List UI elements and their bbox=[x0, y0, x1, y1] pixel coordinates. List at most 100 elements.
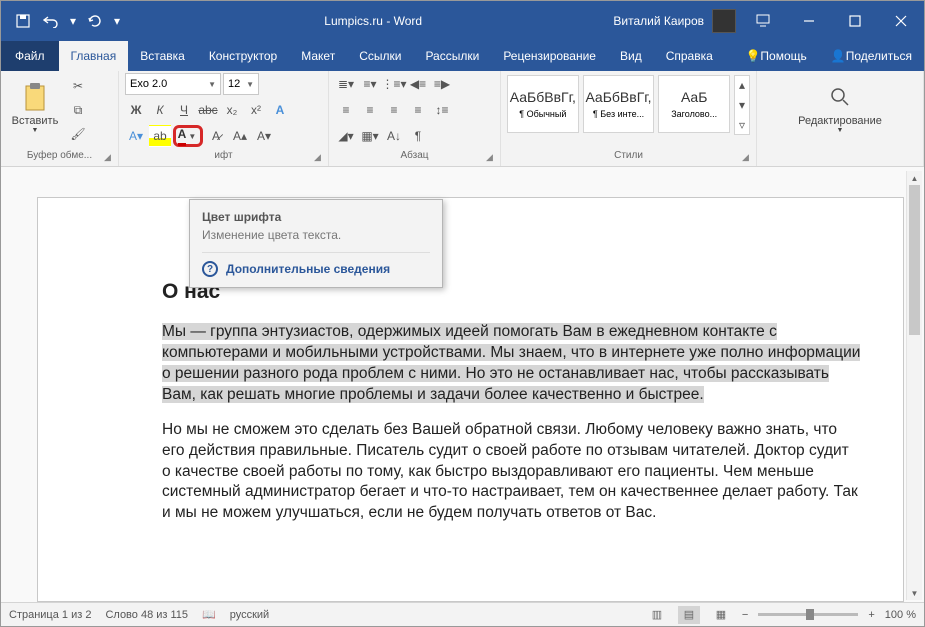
style-preview: АаБ bbox=[681, 89, 707, 105]
clear-format-button[interactable]: A̷ bbox=[205, 125, 227, 147]
ribbon-options-icon[interactable] bbox=[740, 1, 786, 41]
bullets-button[interactable]: ≣▾ bbox=[335, 73, 357, 95]
document-page[interactable]: О нас Мы — группа энтузиастов, одержимых… bbox=[37, 197, 904, 602]
styles-scroll-down[interactable]: ▾ bbox=[735, 96, 749, 114]
shrink-font-button[interactable]: A▾ bbox=[253, 125, 275, 147]
zoom-out-button[interactable]: − bbox=[742, 609, 748, 621]
maximize-icon[interactable] bbox=[832, 1, 878, 41]
superscript-button[interactable]: x² bbox=[245, 99, 267, 121]
styles-scroll-up[interactable]: ▴ bbox=[735, 76, 749, 94]
tooltip-title: Цвет шрифта bbox=[202, 210, 430, 224]
clipboard-launcher[interactable]: ◢ bbox=[104, 152, 116, 164]
selected-text: Мы — группа энтузиастов, одержимых идеей… bbox=[162, 323, 860, 403]
doc-paragraph-selected: Мы — группа энтузиастов, одержимых идеей… bbox=[162, 322, 861, 406]
tooltip-more-link[interactable]: ? Дополнительные сведения bbox=[202, 252, 430, 277]
italic-button[interactable]: К bbox=[149, 99, 171, 121]
scroll-up-icon[interactable]: ▲ bbox=[907, 171, 922, 185]
borders-button[interactable]: ▦▾ bbox=[359, 125, 381, 147]
avatar[interactable] bbox=[712, 9, 736, 33]
paste-button[interactable]: Вставить ▼ bbox=[7, 73, 63, 143]
styles-expand[interactable]: ▿ bbox=[735, 116, 749, 134]
help-bulb[interactable]: 💡 Помощь bbox=[733, 41, 818, 71]
subscript-button[interactable]: x₂ bbox=[221, 99, 243, 121]
align-left-button[interactable]: ≡ bbox=[335, 99, 357, 121]
align-right-button[interactable]: ≡ bbox=[383, 99, 405, 121]
increase-indent-button[interactable]: ≡▶ bbox=[431, 73, 453, 95]
view-print-icon[interactable]: ▤ bbox=[678, 606, 700, 624]
style-normal[interactable]: АаБбВвГг,¶ Обычный bbox=[507, 75, 579, 133]
qat-chevron-icon[interactable]: ▾ bbox=[113, 11, 121, 31]
scroll-down-icon[interactable]: ▼ bbox=[907, 586, 922, 600]
font-size-selector[interactable]: 12▼ bbox=[223, 73, 259, 95]
style-heading[interactable]: АаБЗаголово... bbox=[658, 75, 730, 133]
scroll-thumb[interactable] bbox=[909, 185, 920, 335]
shading-button[interactable]: ◢▾ bbox=[335, 125, 357, 147]
font-launcher[interactable]: ◢ bbox=[314, 152, 326, 164]
chevron-down-icon[interactable]: ▾ bbox=[69, 11, 77, 31]
doc-paragraph: Но мы не сможем это сделать без Вашей об… bbox=[162, 420, 861, 525]
underline-button[interactable]: Ч bbox=[173, 99, 195, 121]
close-icon[interactable] bbox=[878, 1, 924, 41]
chevron-down-icon: ▼ bbox=[208, 80, 216, 89]
tab-view[interactable]: Вид bbox=[608, 41, 654, 71]
text-effects-2-button[interactable]: A▾ bbox=[125, 125, 147, 147]
ribbon: Вставить ▼ ✂ ⧉ 🖌 Буфер обме... ◢ Exo 2.0… bbox=[1, 71, 924, 167]
view-web-icon[interactable]: ▦ bbox=[710, 606, 732, 624]
text-effects-button[interactable]: A bbox=[269, 99, 291, 121]
sort-button[interactable]: A↓ bbox=[383, 125, 405, 147]
vertical-scrollbar[interactable]: ▲ ▼ bbox=[906, 171, 922, 600]
grow-font-button[interactable]: A▴ bbox=[229, 125, 251, 147]
tab-layout[interactable]: Макет bbox=[289, 41, 347, 71]
view-read-icon[interactable]: ▥ bbox=[646, 606, 668, 624]
share-button[interactable]: 👤 Поделиться bbox=[819, 41, 924, 71]
justify-button[interactable]: ≡ bbox=[407, 99, 429, 121]
undo-icon[interactable] bbox=[41, 11, 61, 31]
chevron-down-icon: ▼ bbox=[188, 132, 198, 141]
font-color-tooltip: Цвет шрифта Изменение цвета текста. ? До… bbox=[189, 199, 443, 288]
autosave-icon[interactable] bbox=[13, 11, 33, 31]
format-painter-icon[interactable]: 🖌 bbox=[67, 123, 89, 145]
tab-mailings[interactable]: Рассылки bbox=[413, 41, 491, 71]
align-center-button[interactable]: ≡ bbox=[359, 99, 381, 121]
editing-button[interactable]: Редактирование ▼ bbox=[795, 73, 885, 143]
bold-button[interactable]: Ж bbox=[125, 99, 147, 121]
zoom-value[interactable]: 100 % bbox=[885, 609, 916, 621]
styles-launcher[interactable]: ◢ bbox=[742, 152, 754, 164]
numbering-button[interactable]: ≡▾ bbox=[359, 73, 381, 95]
font-name-selector[interactable]: Exo 2.0 ▼ bbox=[125, 73, 221, 95]
minimize-icon[interactable] bbox=[786, 1, 832, 41]
pilcrow-button[interactable]: ¶ bbox=[407, 125, 429, 147]
status-words[interactable]: Слово 48 из 115 bbox=[105, 609, 188, 621]
paragraph-launcher[interactable]: ◢ bbox=[486, 152, 498, 164]
cut-icon[interactable]: ✂ bbox=[67, 75, 89, 97]
paragraph-group-label: Абзац bbox=[335, 148, 494, 164]
status-language[interactable]: русский bbox=[230, 609, 269, 621]
line-spacing-button[interactable]: ↕≡ bbox=[431, 99, 453, 121]
strike-button[interactable]: abc bbox=[197, 99, 219, 121]
style-no-spacing[interactable]: АаБбВвГг,¶ Без инте... bbox=[583, 75, 655, 133]
tab-references[interactable]: Ссылки bbox=[347, 41, 413, 71]
tab-design[interactable]: Конструктор bbox=[197, 41, 289, 71]
tab-insert[interactable]: Вставка bbox=[128, 41, 197, 71]
font-name-value: Exo 2.0 bbox=[130, 78, 167, 90]
redo-icon[interactable] bbox=[85, 11, 105, 31]
tab-home[interactable]: Главная bbox=[59, 41, 129, 71]
tab-review[interactable]: Рецензирование bbox=[491, 41, 608, 71]
font-color-button[interactable]: A▼ bbox=[173, 125, 203, 147]
tooltip-link-label: Дополнительные сведения bbox=[226, 262, 390, 276]
copy-icon[interactable]: ⧉ bbox=[67, 99, 89, 121]
menu-file[interactable]: Файл bbox=[1, 41, 59, 71]
user-name[interactable]: Виталий Каиров bbox=[613, 14, 704, 28]
decrease-indent-button[interactable]: ◀≡ bbox=[407, 73, 429, 95]
tab-help[interactable]: Справка bbox=[654, 41, 725, 71]
font-color-a-icon: A bbox=[178, 127, 187, 146]
status-page[interactable]: Страница 1 из 2 bbox=[9, 609, 91, 621]
clipboard-icon bbox=[21, 83, 49, 111]
highlight-button[interactable]: ab bbox=[149, 125, 171, 147]
zoom-in-button[interactable]: + bbox=[868, 609, 874, 621]
zoom-slider[interactable] bbox=[758, 613, 858, 616]
multilevel-button[interactable]: ⋮≡▾ bbox=[383, 73, 405, 95]
share-label: Поделиться bbox=[846, 49, 912, 63]
spellcheck-icon[interactable]: 📖 bbox=[202, 608, 216, 621]
zoom-thumb[interactable] bbox=[806, 609, 814, 620]
